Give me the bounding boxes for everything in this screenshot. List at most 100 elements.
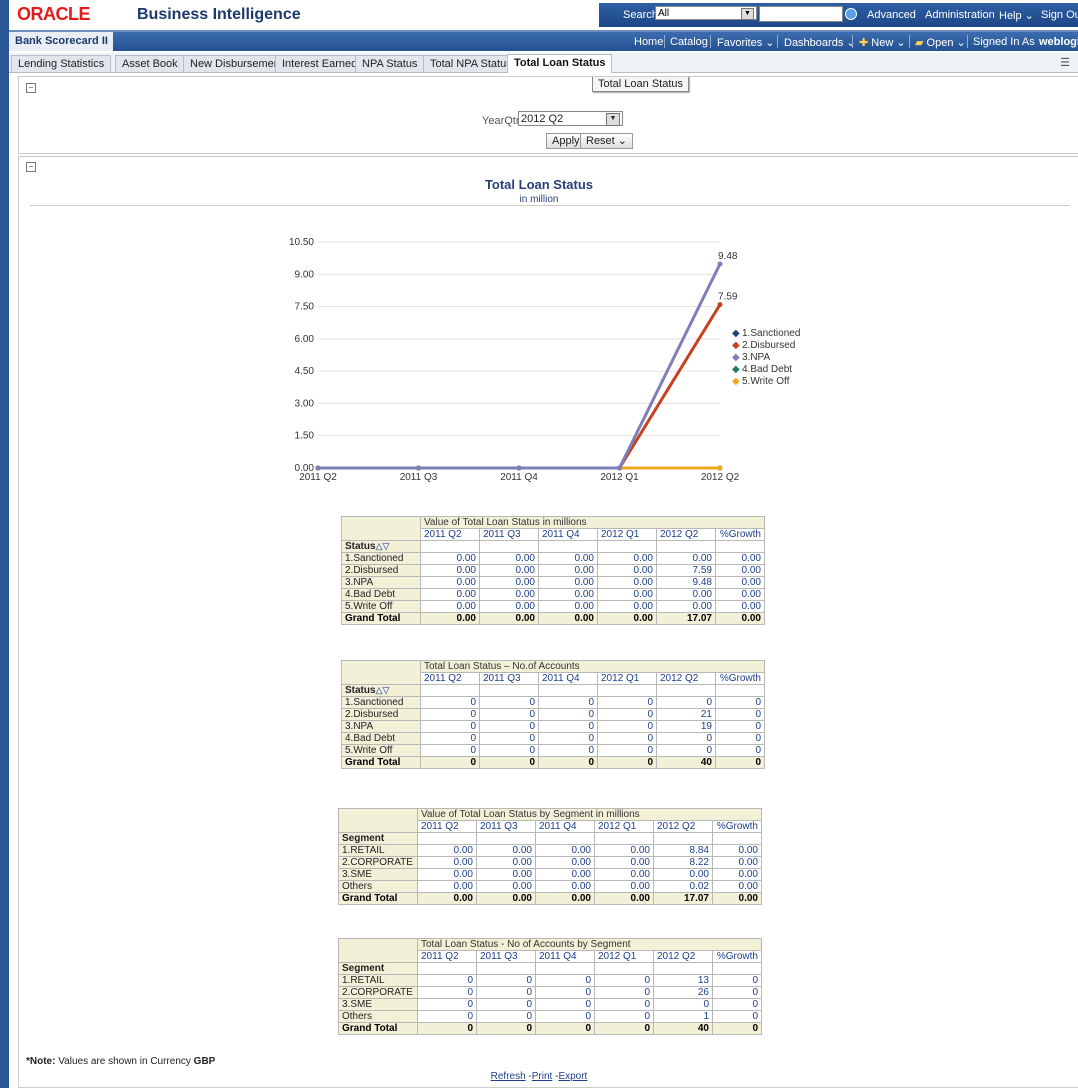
value-cell[interactable]: 0 — [712, 998, 762, 1011]
tab-total-loan-status[interactable]: Total Loan Status — [507, 54, 613, 73]
value-cell[interactable]: 0 — [656, 732, 716, 745]
value-cell[interactable]: 13 — [653, 974, 713, 987]
value-cell[interactable]: 0 — [420, 708, 480, 721]
value-cell[interactable]: 0 — [597, 732, 657, 745]
new-menu[interactable]: ✚ New ⌄ — [859, 36, 906, 49]
value-cell[interactable]: 0.00 — [597, 576, 657, 589]
value-cell[interactable]: 0.00 — [420, 552, 480, 565]
value-cell[interactable]: 0 — [715, 744, 765, 757]
value-cell[interactable]: 0.00 — [420, 588, 480, 601]
user-menu[interactable]: weblogi — [1039, 36, 1078, 48]
value-cell[interactable]: 0 — [656, 696, 716, 709]
value-cell[interactable]: 0 — [420, 696, 480, 709]
administration-link[interactable]: Administration — [925, 9, 995, 21]
value-cell[interactable]: 0.00 — [597, 552, 657, 565]
value-cell[interactable]: 0.00 — [656, 600, 716, 613]
value-cell[interactable]: 0.00 — [479, 576, 539, 589]
value-cell[interactable]: 0.00 — [712, 844, 762, 857]
value-cell[interactable]: 0.00 — [479, 564, 539, 577]
value-cell[interactable]: 0 — [653, 998, 713, 1011]
value-cell[interactable]: 0.00 — [594, 880, 654, 893]
favorites-menu[interactable]: Favorites ⌄ — [717, 36, 775, 49]
tab-lending-statistics[interactable]: Lending Statistics — [11, 55, 112, 72]
home-link[interactable]: Home — [634, 36, 663, 48]
value-cell[interactable]: 0 — [538, 744, 598, 757]
value-cell[interactable]: 0.00 — [420, 600, 480, 613]
value-cell[interactable]: 8.84 — [653, 844, 713, 857]
value-cell[interactable]: 0.00 — [712, 868, 762, 881]
sign-out-link[interactable]: Sign Out — [1041, 9, 1078, 21]
value-cell[interactable]: 0 — [538, 708, 598, 721]
value-cell[interactable]: 0 — [594, 1010, 654, 1023]
value-cell[interactable]: 0 — [479, 696, 539, 709]
value-cell[interactable]: 0 — [712, 986, 762, 999]
refresh-link[interactable]: Refresh — [491, 1071, 526, 1082]
value-cell[interactable]: 0 — [476, 986, 536, 999]
value-cell[interactable]: 0.00 — [594, 868, 654, 881]
collapse-icon[interactable]: − — [26, 162, 36, 172]
value-cell[interactable]: 0.00 — [538, 576, 598, 589]
value-cell[interactable]: 0.00 — [597, 564, 657, 577]
value-cell[interactable]: 0 — [712, 1010, 762, 1023]
catalog-link[interactable]: Catalog — [670, 36, 708, 48]
value-cell[interactable]: 0 — [535, 998, 595, 1011]
value-cell[interactable]: 26 — [653, 986, 713, 999]
value-cell[interactable]: 0.00 — [715, 576, 765, 589]
value-cell[interactable]: 0.00 — [715, 588, 765, 601]
tab-total-npa-status[interactable]: Total NPA Status — [423, 55, 519, 72]
value-cell[interactable]: 0 — [712, 974, 762, 987]
value-cell[interactable]: 0 — [420, 732, 480, 745]
value-cell[interactable]: 1 — [653, 1010, 713, 1023]
value-cell[interactable]: 0 — [417, 998, 477, 1011]
value-cell[interactable]: 0.00 — [417, 880, 477, 893]
value-cell[interactable]: 0 — [715, 696, 765, 709]
value-cell[interactable]: 0 — [535, 974, 595, 987]
search-go-icon[interactable] — [845, 8, 857, 20]
value-cell[interactable]: 0 — [476, 974, 536, 987]
value-cell[interactable]: 0.00 — [712, 880, 762, 893]
value-cell[interactable]: 0.00 — [417, 856, 477, 869]
value-cell[interactable]: 9.48 — [656, 576, 716, 589]
value-cell[interactable]: 0 — [597, 744, 657, 757]
value-cell[interactable]: 19 — [656, 720, 716, 733]
value-cell[interactable]: 0.00 — [656, 588, 716, 601]
value-cell[interactable]: 0.00 — [535, 868, 595, 881]
search-input[interactable] — [759, 6, 843, 22]
value-cell[interactable]: 0.00 — [476, 868, 536, 881]
value-cell[interactable]: 0.00 — [594, 844, 654, 857]
value-cell[interactable]: 0 — [479, 708, 539, 721]
open-menu[interactable]: ▰ Open ⌄ — [915, 36, 966, 49]
export-link[interactable]: Export — [558, 1071, 587, 1082]
value-cell[interactable]: 0.00 — [715, 600, 765, 613]
sort-icon[interactable]: △▽ — [376, 685, 390, 695]
value-cell[interactable]: 0 — [420, 744, 480, 757]
value-cell[interactable]: 0 — [594, 986, 654, 999]
value-cell[interactable]: 0.00 — [476, 880, 536, 893]
collapse-icon[interactable]: − — [26, 83, 36, 93]
tab-npa-status[interactable]: NPA Status — [355, 55, 425, 72]
value-cell[interactable]: 0 — [594, 974, 654, 987]
value-cell[interactable]: 0.00 — [476, 844, 536, 857]
value-cell[interactable]: 0 — [597, 708, 657, 721]
value-cell[interactable]: 0.00 — [594, 856, 654, 869]
value-cell[interactable]: 0 — [476, 998, 536, 1011]
value-cell[interactable]: 0.00 — [538, 564, 598, 577]
value-cell[interactable]: 0.00 — [656, 552, 716, 565]
value-cell[interactable]: 0 — [594, 998, 654, 1011]
value-cell[interactable]: 21 — [656, 708, 716, 721]
value-cell[interactable]: 0 — [597, 720, 657, 733]
value-cell[interactable]: 0.00 — [420, 564, 480, 577]
value-cell[interactable]: 0.00 — [535, 844, 595, 857]
value-cell[interactable]: 7.59 — [656, 564, 716, 577]
page-options-icon[interactable]: ☰ — [1060, 56, 1070, 69]
value-cell[interactable]: 0 — [715, 708, 765, 721]
value-cell[interactable]: 0 — [538, 732, 598, 745]
help-menu[interactable]: Help ⌄ — [999, 9, 1034, 22]
value-cell[interactable]: 0 — [715, 720, 765, 733]
value-cell[interactable]: 0 — [417, 974, 477, 987]
value-cell[interactable]: 0 — [535, 1010, 595, 1023]
value-cell[interactable]: 0.00 — [417, 868, 477, 881]
value-cell[interactable]: 0.00 — [479, 588, 539, 601]
value-cell[interactable]: 0.00 — [417, 844, 477, 857]
reset-button[interactable]: Reset ⌄ — [580, 133, 634, 149]
